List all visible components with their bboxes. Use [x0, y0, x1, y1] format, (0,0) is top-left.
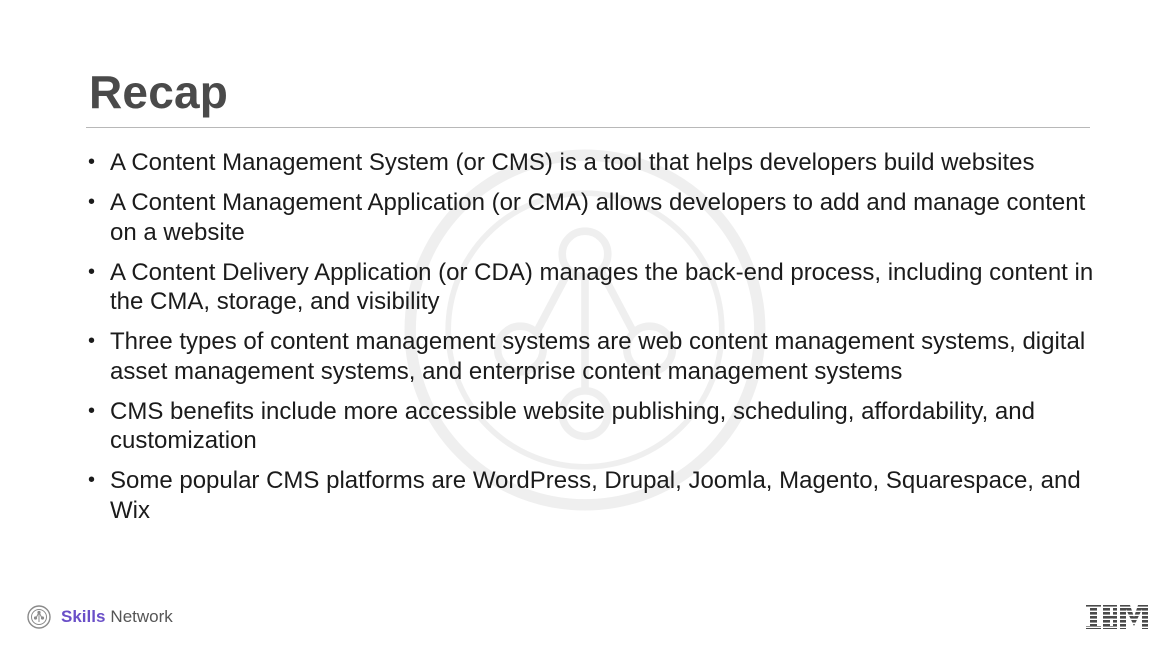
bullet-dot-icon: •: [88, 469, 96, 491]
bullet-dot-icon: •: [88, 151, 96, 173]
ibm-logo-icon: [1086, 605, 1148, 629]
title-divider: [86, 127, 1090, 128]
bullet-text: A Content Delivery Application (or CDA) …: [110, 258, 1094, 316]
brand-name-network: Network: [110, 607, 173, 626]
skills-network-brand: Skills Network: [27, 604, 173, 630]
bullet-dot-icon: •: [88, 191, 96, 213]
bullet-item-cms-types: • Three types of content management syst…: [88, 327, 1098, 386]
bullet-text: Some popular CMS platforms are WordPress…: [110, 467, 1081, 524]
bullet-item-cms-benefits: • CMS benefits include more accessible w…: [88, 397, 1098, 456]
bullet-text: A Content Management System (or CMS) is …: [110, 149, 1035, 176]
slide-title: Recap: [89, 66, 229, 118]
bullet-item-cma-definition: • A Content Management Application (or C…: [88, 188, 1098, 247]
bullet-dot-icon: •: [88, 399, 96, 422]
bullet-text: Three types of content management system…: [110, 328, 1086, 385]
bullet-text: CMS benefits include more accessible web…: [110, 397, 1035, 455]
bullet-item-cms-definition: • A Content Management System (or CMS) i…: [88, 148, 1098, 178]
brand-name-skills: Skills: [61, 607, 106, 626]
bullet-dot-icon: •: [88, 330, 96, 352]
recap-bullet-list: • A Content Management System (or CMS) i…: [88, 148, 1098, 536]
skills-network-logo-icon: [27, 605, 51, 629]
bullet-text: A Content Management Application (or CMA…: [110, 189, 1086, 246]
bullet-item-cms-platforms: • Some popular CMS platforms are WordPre…: [88, 466, 1098, 525]
bullet-dot-icon: •: [88, 260, 96, 283]
bullet-item-cda-definition: • A Content Delivery Application (or CDA…: [88, 258, 1098, 317]
